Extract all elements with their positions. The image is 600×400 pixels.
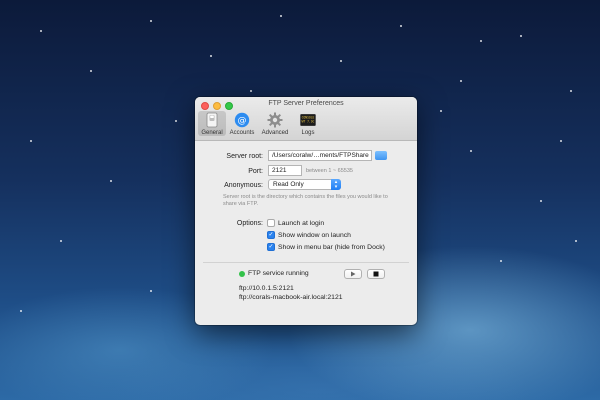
- tab-accounts[interactable]: @ Accounts: [228, 111, 256, 136]
- switch-icon: [204, 112, 220, 128]
- preferences-toolbar: General @ Accounts Advanced CONSOLE WT 7…: [198, 111, 322, 136]
- port-range-hint: between 1 ~ 65535: [306, 168, 353, 174]
- tab-advanced-label: Advanced: [261, 130, 289, 136]
- anonymous-select-value: Read Only: [273, 181, 304, 188]
- show-window-on-launch-checkbox[interactable]: ✓ Show window on launch: [267, 231, 351, 239]
- ftp-url-ip: ftp://10.0.1.5:2121: [239, 285, 294, 292]
- checkbox-label: Show in menu bar (hide from Dock): [278, 243, 385, 251]
- show-in-menu-bar-checkbox[interactable]: ✓ Show in menu bar (hide from Dock): [267, 243, 385, 251]
- anonymous-label: Anonymous:: [224, 182, 263, 189]
- checkmark-icon: ✓: [267, 243, 275, 251]
- gear-icon: [267, 112, 283, 128]
- tab-logs[interactable]: CONSOLE WT 7.9c Logs: [294, 111, 322, 136]
- anonymous-select[interactable]: Read Only ▴ ▾: [268, 179, 341, 190]
- tab-general-label: General: [201, 130, 223, 136]
- tab-accounts-label: Accounts: [229, 130, 255, 136]
- checkbox-label: Launch at login: [278, 219, 325, 227]
- tab-advanced[interactable]: Advanced: [258, 111, 292, 136]
- console-icon: CONSOLE WT 7.9c: [300, 112, 316, 128]
- port-field[interactable]: 2121: [268, 165, 302, 176]
- ftp-url-hostname: ftp://corals-macbook-air.local:2121: [239, 294, 343, 301]
- stop-button[interactable]: [367, 269, 385, 279]
- server-root-field[interactable]: /Users/coralw/…ments/FTPShare: [268, 150, 372, 161]
- stop-icon: [373, 271, 379, 277]
- server-root-description: Server root is the directory which conta…: [223, 194, 388, 207]
- play-icon: [351, 271, 356, 277]
- tab-general[interactable]: General: [198, 111, 226, 136]
- checkbox-label: Show window on launch: [278, 231, 351, 239]
- port-label: Port:: [248, 168, 263, 175]
- section-divider: [203, 262, 409, 263]
- at-sign-icon: @: [234, 112, 250, 128]
- window-title: FTP Server Preferences: [268, 100, 344, 107]
- select-arrows-icon: ▴ ▾: [331, 179, 341, 190]
- server-root-label: Server root:: [226, 153, 263, 160]
- titlebar: FTP Server Preferences General @ Account…: [195, 97, 417, 141]
- status-text: FTP service running: [248, 270, 309, 277]
- checkmark-icon: ✓: [267, 231, 275, 239]
- status-indicator: [239, 271, 245, 277]
- folder-icon[interactable]: [375, 151, 387, 160]
- svg-text:WT 7.9c: WT 7.9c: [302, 120, 315, 124]
- svg-text:@: @: [238, 116, 247, 126]
- checkbox-box: [267, 219, 275, 227]
- start-button[interactable]: [344, 269, 362, 279]
- launch-at-login-checkbox[interactable]: Launch at login: [267, 219, 324, 227]
- tab-logs-label: Logs: [301, 130, 315, 136]
- ftp-preferences-window: FTP Server Preferences General @ Account…: [195, 97, 417, 325]
- options-label: Options:: [236, 220, 263, 227]
